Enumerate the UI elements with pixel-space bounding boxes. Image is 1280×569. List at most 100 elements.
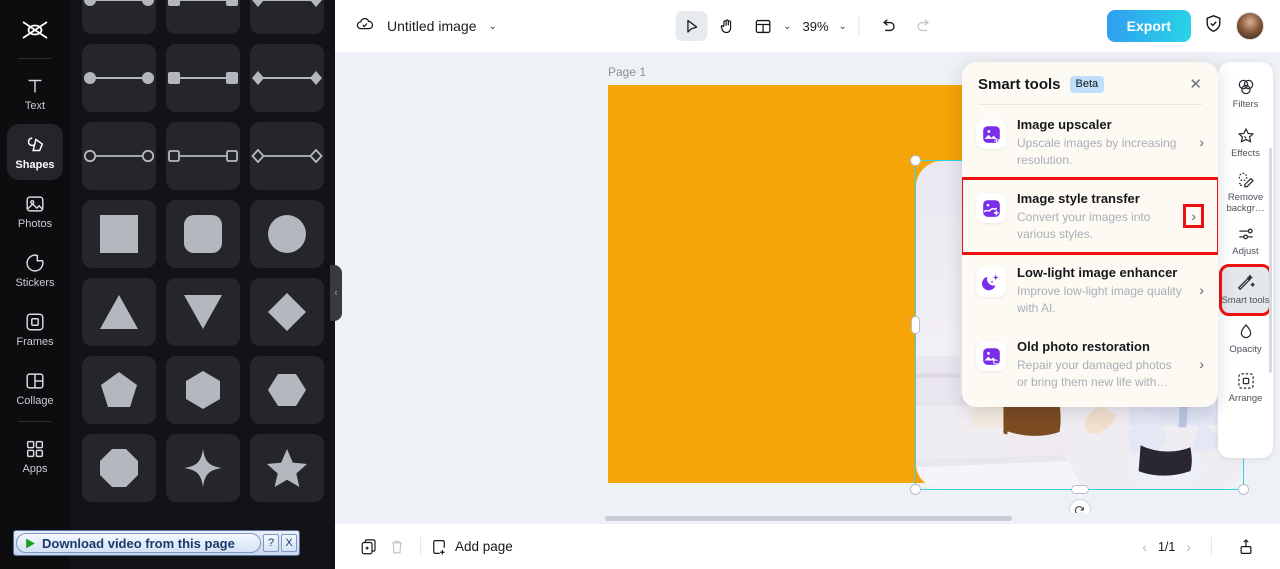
left-sidebar: Text Shapes Photos Stickers Frames Colla… <box>0 0 70 569</box>
shape-cell[interactable] <box>166 434 240 502</box>
capcut-logo-icon[interactable] <box>11 8 59 52</box>
close-icon[interactable]: ✕ <box>1189 77 1202 92</box>
smart-tool-desc: Improve low-light image quality with AI. <box>1017 284 1182 315</box>
tool-label-remove-background: Remove backgr… <box>1226 191 1265 214</box>
image-4k-upscale-icon: 4K <box>976 119 1006 149</box>
smart-tool-old-photo-restoration[interactable]: C Old photo restoration Repair your dama… <box>962 327 1218 401</box>
tool-label-adjust: Adjust <box>1232 246 1259 258</box>
duplicate-page-button[interactable] <box>355 533 383 561</box>
download-helper-label: Download video from this page <box>42 535 235 551</box>
zoom-chevron-down-icon[interactable]: ⌄ <box>839 21 847 32</box>
filters-icon <box>1238 79 1253 95</box>
tool-arrange[interactable]: Arrange <box>1221 364 1270 412</box>
download-helper-help-button[interactable]: ? <box>263 534 279 552</box>
resize-handle-bottom-right[interactable] <box>1238 484 1249 495</box>
sidebar-item-apps[interactable]: Apps <box>7 428 63 484</box>
shape-cell[interactable] <box>250 0 324 34</box>
shape-cell[interactable] <box>166 44 240 112</box>
shape-cell[interactable] <box>250 356 324 424</box>
sidebar-item-text[interactable]: Text <box>7 65 63 121</box>
resize-handle-left[interactable] <box>911 316 920 334</box>
tool-remove-background[interactable]: Remove backgr… <box>1221 168 1270 216</box>
tool-opacity[interactable]: Opacity <box>1221 315 1270 363</box>
shape-cell[interactable] <box>82 0 156 34</box>
page-nav-group: ‹ 1/1 › <box>1142 533 1260 561</box>
smart-tool-image-style-transfer[interactable]: Image style transfer Convert your images… <box>962 177 1218 256</box>
smart-tool-low-light-enhancer[interactable]: Low-light image enhancer Improve low-lig… <box>962 253 1218 327</box>
tool-label-arrange: Arrange <box>1228 393 1263 405</box>
shape-cell[interactable] <box>82 44 156 112</box>
sidebar-label-frames: Frames <box>16 335 54 348</box>
shape-cell[interactable] <box>82 356 156 424</box>
old-photo-restore-icon: C <box>976 341 1006 372</box>
smart-tool-name: Image upscaler <box>1017 117 1112 132</box>
shape-cell[interactable] <box>250 200 324 268</box>
chevron-right-icon[interactable]: › <box>1195 134 1204 150</box>
shape-cell[interactable] <box>82 122 156 190</box>
sidebar-item-stickers[interactable]: Stickers <box>7 242 63 298</box>
layout-chevron-down-icon[interactable]: ⌄ <box>783 21 791 32</box>
shield-check-icon[interactable] <box>1203 13 1224 39</box>
shape-cell[interactable] <box>82 278 156 346</box>
next-page-button[interactable]: › <box>1186 539 1191 555</box>
smart-tools-icon <box>1237 274 1255 290</box>
cloud-saved-icon[interactable] <box>355 14 375 39</box>
shape-cell[interactable] <box>250 122 324 190</box>
shape-cell[interactable] <box>166 200 240 268</box>
resize-handle-bottom-left[interactable] <box>910 484 921 495</box>
user-avatar[interactable] <box>1236 12 1264 40</box>
scrollbar-thumb[interactable] <box>605 516 1012 521</box>
download-helper-bar: Download video from this page ? X <box>13 530 300 556</box>
shape-cell[interactable] <box>166 356 240 424</box>
add-page-button[interactable]: Add page <box>430 538 513 556</box>
sidebar-item-frames[interactable]: Frames <box>7 301 63 357</box>
remove-bg-icon <box>1238 172 1254 187</box>
zoom-level[interactable]: 39% <box>802 19 828 34</box>
delete-page-button[interactable] <box>383 533 411 561</box>
chevron-right-icon[interactable]: › <box>1195 282 1204 298</box>
shape-cell[interactable] <box>166 278 240 346</box>
panel-collapse-handle[interactable]: ‹ <box>330 265 342 321</box>
shape-cell[interactable] <box>250 44 324 112</box>
download-video-button[interactable]: Download video from this page <box>16 533 261 553</box>
chevron-right-icon[interactable]: › <box>1183 204 1204 229</box>
redo-button[interactable] <box>908 11 940 41</box>
export-button[interactable]: Export <box>1106 10 1191 42</box>
smart-tools-title: Smart tools <box>978 76 1061 93</box>
shape-cell[interactable] <box>166 122 240 190</box>
smart-tool-image-upscaler[interactable]: 4K Image upscaler Upscale images by incr… <box>962 105 1218 179</box>
shape-cell[interactable] <box>166 0 240 34</box>
undo-button[interactable] <box>872 11 904 41</box>
sidebar-label-text: Text <box>24 99 46 112</box>
export-page-button[interactable] <box>1232 533 1260 561</box>
bottom-divider-right <box>1211 537 1212 556</box>
photos-icon <box>24 193 46 215</box>
shape-cell[interactable] <box>82 434 156 502</box>
tool-adjust[interactable]: Adjust <box>1221 217 1270 265</box>
layout-tool-button[interactable] <box>747 11 779 41</box>
select-tool-button[interactable] <box>675 11 708 41</box>
download-helper-close-button[interactable]: X <box>281 534 297 552</box>
resize-handle-bottom[interactable] <box>1070 485 1089 494</box>
shape-cell[interactable] <box>82 200 156 268</box>
tool-smart-tools[interactable]: Smart tools <box>1219 264 1272 316</box>
artboard[interactable] <box>608 85 1249 517</box>
prev-page-button[interactable]: ‹ <box>1142 539 1147 555</box>
rail-scrollbar[interactable] <box>1269 148 1272 373</box>
tool-effects[interactable]: Effects <box>1221 119 1270 167</box>
shape-cell[interactable] <box>250 278 324 346</box>
tool-filters[interactable]: Filters <box>1221 70 1270 118</box>
title-chevron-down-icon[interactable]: ⌄ <box>489 21 497 32</box>
sidebar-item-shapes[interactable]: Shapes <box>7 124 63 180</box>
document-title[interactable]: Untitled image <box>387 18 477 34</box>
sidebar-label-photos: Photos <box>17 217 53 230</box>
chevron-right-icon[interactable]: › <box>1195 356 1204 372</box>
shape-cell[interactable] <box>250 434 324 502</box>
canvas-horizontal-scrollbar[interactable] <box>335 513 1280 523</box>
hand-tool-button[interactable] <box>711 11 743 41</box>
sidebar-item-collage[interactable]: Collage <box>7 360 63 416</box>
moon-stars-icon <box>976 267 1006 298</box>
resize-handle-top-left[interactable] <box>910 155 921 166</box>
sidebar-item-photos[interactable]: Photos <box>7 183 63 239</box>
smart-tool-name: Image style transfer <box>1017 191 1140 207</box>
